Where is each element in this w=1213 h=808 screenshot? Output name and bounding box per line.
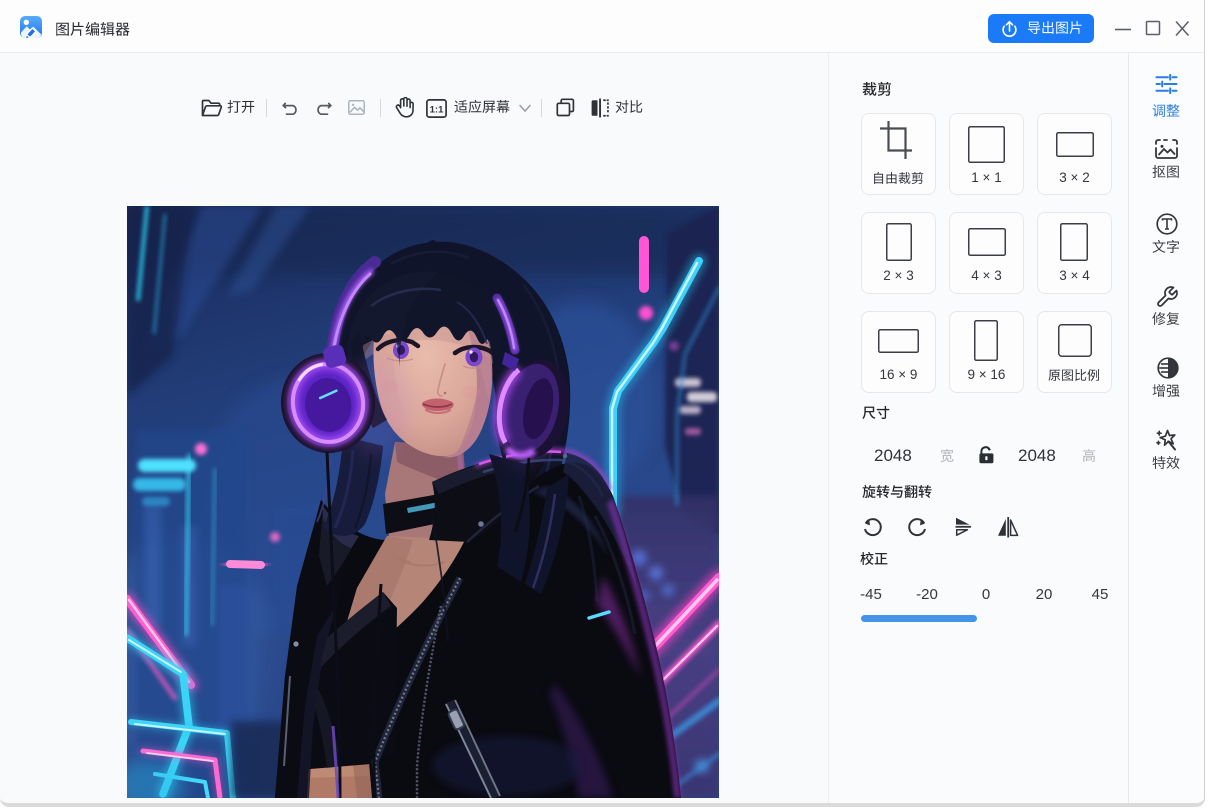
svg-text:1:1: 1:1 bbox=[430, 104, 444, 115]
